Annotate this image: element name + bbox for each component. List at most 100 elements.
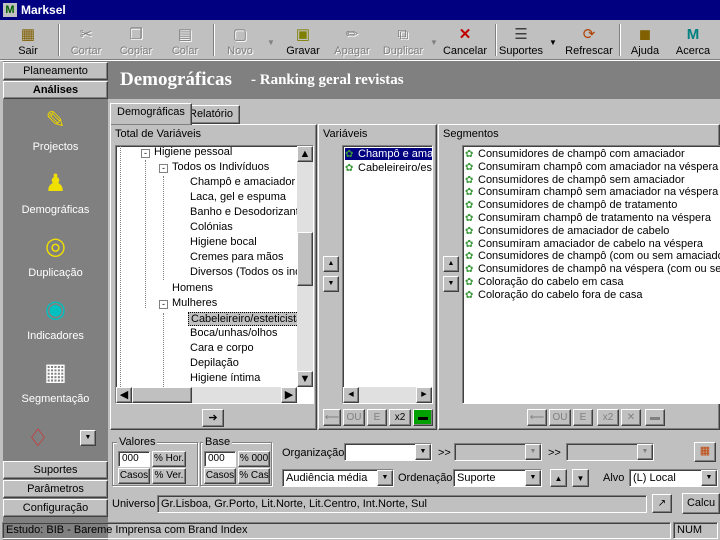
remove-variable-button[interactable]: ⟵ <box>323 409 341 426</box>
exit-button[interactable]: ▦ Sair <box>0 22 56 60</box>
move-down-button[interactable]: ▼ <box>323 276 339 292</box>
segment-and-button[interactable]: E <box>573 409 593 426</box>
calculate-button[interactable]: Calcu <box>682 493 720 514</box>
and-button[interactable]: E <box>367 409 387 426</box>
tree-item[interactable]: Colónias <box>190 221 233 233</box>
pct-ver-button[interactable]: % Ver. <box>152 468 186 484</box>
segment-item[interactable]: ✿ Coloração do cabelo fora de casa <box>465 289 643 301</box>
base-field[interactable]: 000 <box>204 451 236 467</box>
organizacao3-dropdown-button[interactable]: ▼ <box>637 444 653 460</box>
scroll-up-button[interactable]: ▲ <box>297 146 313 162</box>
copy-button[interactable]: ❐ Copiar <box>108 22 164 60</box>
ordenacao-dropdown-button[interactable]: ▼ <box>525 470 541 486</box>
alvo-dropdown-button[interactable]: ▼ <box>701 470 717 486</box>
audiencia-dropdown-button[interactable]: ▼ <box>377 470 393 486</box>
scroll-left-button[interactable]: ◀ <box>343 387 359 403</box>
or-button[interactable]: OU <box>343 409 365 426</box>
chart-options-button[interactable]: ▦ <box>694 442 716 462</box>
help-button[interactable]: ◼ Ajuda <box>617 22 673 60</box>
pct-hor-button[interactable]: % Hor. <box>152 451 186 467</box>
nav-configuracao[interactable]: Configuração <box>3 499 108 517</box>
move-up-button[interactable]: ▲ <box>323 256 339 272</box>
segment-item[interactable]: ✿ Coloração do cabelo em casa <box>465 276 624 288</box>
universo-select-button[interactable]: ↗ <box>652 494 672 513</box>
nav-planeamento[interactable]: Planeamento <box>3 62 108 80</box>
save-button[interactable]: ▣ Gravar <box>275 22 331 60</box>
tree-item-mulheres[interactable]: Mulheres <box>172 297 217 309</box>
collapse-icon[interactable]: - <box>159 300 168 309</box>
refresh-button[interactable]: ⟳ Refrescar <box>561 22 617 60</box>
supports-dropdown-icon[interactable]: ▼ <box>549 38 557 47</box>
tree-item-homens[interactable]: Homens <box>172 282 213 294</box>
supports-button[interactable]: ☰ Suportes <box>493 22 549 60</box>
about-button[interactable]: M Acerca <box>666 22 720 60</box>
delete-button[interactable]: ✏ Apagar <box>324 22 380 60</box>
tree-item[interactable]: Depilação <box>190 357 239 369</box>
tree-item[interactable]: Banho e Desodorizante <box>190 206 305 218</box>
segment-item[interactable]: ✿ Consumidores de champô na véspera (com … <box>465 263 720 275</box>
base-casos-button[interactable]: Casos <box>204 468 236 484</box>
sort-ascending-button[interactable]: ▲ <box>550 469 567 487</box>
tree-item-selected[interactable]: Cabeleireiro/esteticista <box>188 312 306 326</box>
tree-item-todos-individuos[interactable]: Todos os Indivíduos <box>172 161 269 173</box>
new-button[interactable]: ▢ Novo <box>212 22 268 60</box>
list-item[interactable]: ✿ Cabeleireiro/est <box>345 162 432 174</box>
segment-remove-button[interactable]: ⟵ <box>527 409 547 426</box>
organizacao2-dropdown-button[interactable]: ▼ <box>525 444 541 460</box>
scroll-thumb[interactable] <box>132 387 192 403</box>
tree-item[interactable]: Cara e corpo <box>190 342 254 354</box>
nav-item-segmentacao[interactable]: ▦ Segmentação <box>3 357 108 406</box>
segment-or-button[interactable]: OU <box>549 409 571 426</box>
segment-item[interactable]: ✿ Consumiram champô com amaciador na vésp… <box>465 161 718 173</box>
duplicate-button[interactable]: ⧉ Duplicar <box>375 22 431 60</box>
valores-field[interactable]: 000 <box>118 451 150 467</box>
segment-item[interactable]: ✿ Consumiram champô de tratamento na vésp… <box>465 212 711 224</box>
scroll-thumb[interactable] <box>297 232 313 286</box>
paste-button[interactable]: ▤ Colar <box>157 22 213 60</box>
new-dropdown-icon[interactable]: ▼ <box>267 38 275 47</box>
nav-item-projectos[interactable]: ✎ Projectos <box>3 105 108 154</box>
tree-item[interactable]: Laca, gel e espuma <box>190 191 286 203</box>
nav-item-duplicacao[interactable]: ◎ Duplicação <box>3 231 108 280</box>
scroll-down-button[interactable]: ▼ <box>297 371 313 387</box>
nav-parametros[interactable]: Parâmetros <box>3 480 108 498</box>
list-horizontal-scrollbar[interactable]: ◀ ▶ <box>343 387 432 403</box>
scroll-left-button[interactable]: ◀ <box>116 387 132 403</box>
segment-down-button[interactable]: ▼ <box>443 276 459 292</box>
tree-vertical-scrollbar[interactable]: ▲ ▼ <box>297 146 313 387</box>
tree-item[interactable]: Higiene íntima <box>190 372 260 384</box>
nav-item-extra[interactable]: ♢ <box>3 423 73 459</box>
tree-item-higiene-pessoal[interactable]: Higiene pessoal <box>154 146 232 158</box>
segment-item[interactable]: ✿ Consumidores de champô (com ou sem amac… <box>465 250 720 262</box>
segment-item[interactable]: ✿ Consumiram amaciador de cabelo na véspe… <box>465 238 703 250</box>
segment-item[interactable]: ✿ Consumiram champô sem amaciador na vésp… <box>465 186 718 198</box>
scroll-right-button[interactable]: ▶ <box>281 387 297 403</box>
nav-item-demograficas[interactable]: ♟ Demográficas <box>3 168 108 217</box>
x2-button[interactable]: x2 <box>389 409 411 426</box>
tree-item[interactable]: Cremes para mãos <box>190 251 284 263</box>
organizacao-dropdown-button[interactable]: ▼ <box>415 444 431 460</box>
segment-equals-button[interactable]: ▬ <box>645 409 665 426</box>
nav-suportes[interactable]: Suportes <box>3 461 108 479</box>
segment-up-button[interactable]: ▲ <box>443 256 459 272</box>
collapse-icon[interactable]: - <box>159 164 168 173</box>
segment-item[interactable]: ✿ Consumidores de champô sem amaciador <box>465 174 685 186</box>
tree-item[interactable]: Higiene bocal <box>190 236 257 248</box>
nav-item-indicadores[interactable]: ◉ Indicadores <box>3 294 108 343</box>
tree-item[interactable]: Champô e amaciador <box>190 176 295 188</box>
tree-horizontal-scrollbar[interactable]: ◀ ▶ <box>116 387 297 403</box>
segment-item[interactable]: ✿ Consumidores de amaciador de cabelo <box>465 225 669 237</box>
tree-item[interactable]: Boca/unhas/olhos <box>190 327 277 339</box>
tree-item[interactable]: Diversos (Todos os indi <box>190 266 304 278</box>
nav-scroll-down-button[interactable]: ▼ <box>80 430 96 446</box>
cut-button[interactable]: ✂ Cortar <box>58 22 114 60</box>
tab-demograficas[interactable]: Demográficas <box>110 103 192 125</box>
segment-item[interactable]: ✿ Consumidores de champô de tratamento <box>465 199 677 211</box>
green-segment-button[interactable]: ▬ <box>413 409 433 426</box>
collapse-icon[interactable]: - <box>141 149 150 158</box>
add-variable-button[interactable]: ➔ <box>202 409 224 427</box>
sort-descending-button[interactable]: ▼ <box>572 469 589 487</box>
segment-x2-button[interactable]: x2 <box>597 409 619 426</box>
pct-cas-button[interactable]: % Cas <box>238 468 270 484</box>
list-item-selected[interactable]: ✿ Champô e amac <box>345 148 432 160</box>
